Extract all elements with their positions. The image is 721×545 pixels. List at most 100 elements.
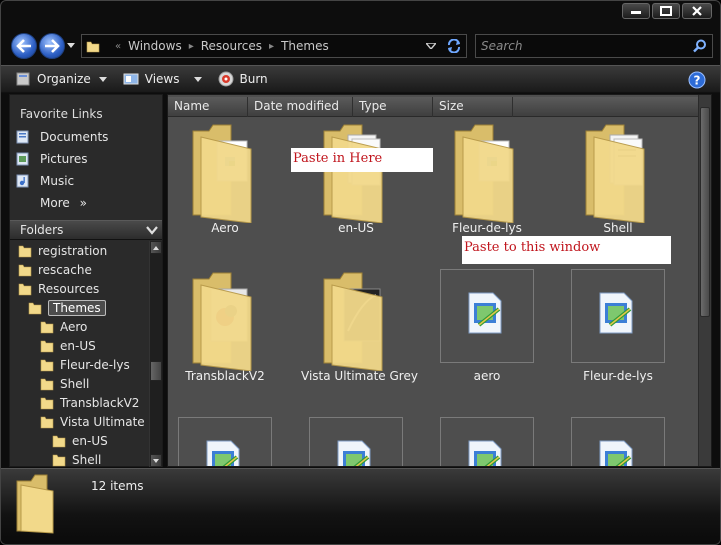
scroll-down-button[interactable] [150,454,162,467]
folder-icon [16,474,54,534]
theme-file-item[interactable] [563,417,673,466]
views-label: Views [144,72,180,86]
svg-text:?: ? [694,74,701,88]
details-pane: 12 items [1,468,720,544]
column-size[interactable]: Size [433,97,513,117]
chevron-down-icon [146,226,158,235]
breadcrumb-resources[interactable]: Resources [201,39,262,53]
breadcrumb-overflow[interactable]: « [115,41,121,52]
scroll-thumb[interactable] [150,361,162,381]
back-button[interactable] [11,33,37,59]
folder-icon [40,340,54,353]
organize-icon [16,72,30,86]
burn-disc-icon [218,71,233,87]
command-bar: Organize Views Burn ? [1,65,720,93]
close-icon [692,6,702,16]
help-icon[interactable]: ? [688,71,706,89]
folder-icon [18,283,32,296]
item-label: TransblackV2 [185,369,265,383]
folder-item[interactable]: TransblackV2 [170,269,280,409]
views-icon [123,73,139,85]
item-label: aero [473,369,501,383]
favorite-documents[interactable]: Documents [16,130,108,144]
favorite-label: Documents [40,130,109,144]
organize-label: Organize [37,72,91,86]
scroll-up-button[interactable] [150,241,162,254]
folder-tree-scrollbar[interactable] [149,241,162,467]
favorite-pictures[interactable]: Pictures [16,152,88,166]
breadcrumb-themes[interactable]: Themes [281,39,329,53]
folder-tree-item[interactable]: en-US [52,432,108,450]
folder-tree-label: Shell [60,377,90,391]
favorite-music[interactable]: Music [16,174,74,188]
column-type[interactable]: Type [353,97,433,117]
folder-item[interactable]: Aero [170,121,280,261]
organize-button[interactable]: Organize [15,72,107,86]
folder-tree-item[interactable]: rescache [18,261,92,279]
close-button[interactable] [682,3,712,19]
maximize-button[interactable] [652,3,680,19]
folders-header[interactable]: Folders [10,220,162,240]
scroll-thumb[interactable] [700,107,710,317]
folder-tree-item[interactable]: Fleur-de-lys [40,356,130,374]
navigation-bar: « Windows ▸ Resources ▸ Themes [1,29,720,63]
burn-label: Burn [239,72,268,86]
explorer-window: « Windows ▸ Resources ▸ Themes Search Or… [0,0,721,545]
theme-file-item[interactable] [432,417,542,466]
more-favorites-link[interactable]: More » [40,196,87,210]
forward-button[interactable] [39,33,65,59]
folder-tree-item[interactable]: TransblackV2 [40,394,139,412]
theme-file-item[interactable]: aero [432,269,542,409]
recent-pages-dropdown-icon[interactable] [67,43,75,48]
folder-tree-item[interactable]: Aero [40,318,87,336]
theme-file-icon [599,292,633,334]
folder-tree-label: Aero [60,320,88,334]
theme-file-item[interactable] [301,417,411,466]
folder-item[interactable]: en-US [301,121,411,261]
folder-icon [86,41,100,53]
item-label: Vista Ultimate Grey [301,369,418,383]
search-input[interactable] [476,39,686,53]
views-button[interactable]: Views [123,72,202,86]
address-controls [426,39,462,53]
chevron-down-icon [193,76,202,82]
refresh-icon[interactable] [446,39,462,53]
search-icon[interactable] [693,39,707,53]
folder-tree-item[interactable]: registration [18,242,107,260]
folder-tree-label: Resources [38,282,100,296]
caption-buttons [622,3,712,19]
breadcrumb-separator[interactable]: ▸ [269,41,274,52]
theme-file-icon [468,440,502,466]
address-history-dropdown-icon[interactable] [426,43,436,49]
search-box[interactable] [475,34,713,58]
theme-file-icon [337,440,371,466]
item-label: Aero [211,221,239,235]
folder-tree-item[interactable]: Themes [28,299,106,317]
breadcrumb-separator[interactable]: ▸ [189,41,194,52]
column-date-modified[interactable]: Date modified [248,97,353,117]
folder-tree-label: Shell [72,453,102,467]
address-bar[interactable]: « Windows ▸ Resources ▸ Themes [81,34,467,58]
folder-tree-item[interactable]: Shell [52,451,101,467]
navigation-pane: Favorite Links Documents Pictures Music [9,94,163,467]
item-label: Fleur-de-lys [583,369,653,383]
column-name[interactable]: Name [168,97,248,117]
folder-tree-item[interactable]: Vista Ultimate Grey [40,413,148,431]
maximize-icon [660,6,672,16]
theme-file-icon [206,440,240,466]
folder-tree-item[interactable]: Resources [18,280,99,298]
theme-file-item[interactable]: Fleur-de-lys [563,269,673,409]
folder-tree-label: en-US [60,339,96,353]
breadcrumb-windows[interactable]: Windows [128,39,182,53]
minimize-button[interactable] [622,3,650,19]
folder-tree-item[interactable]: en-US [40,337,96,355]
burn-button[interactable]: Burn [218,71,268,87]
file-list-scrollbar[interactable] [698,95,711,466]
folder-icon [454,124,514,223]
item-count: 12 items [91,479,144,493]
folder-item[interactable]: Vista Ultimate Grey [301,269,418,409]
folder-tree-item[interactable]: Shell [40,375,89,393]
folder-tree-label: en-US [72,434,108,448]
folder-tree-label: TransblackV2 [60,396,140,410]
theme-file-item[interactable] [170,417,280,466]
